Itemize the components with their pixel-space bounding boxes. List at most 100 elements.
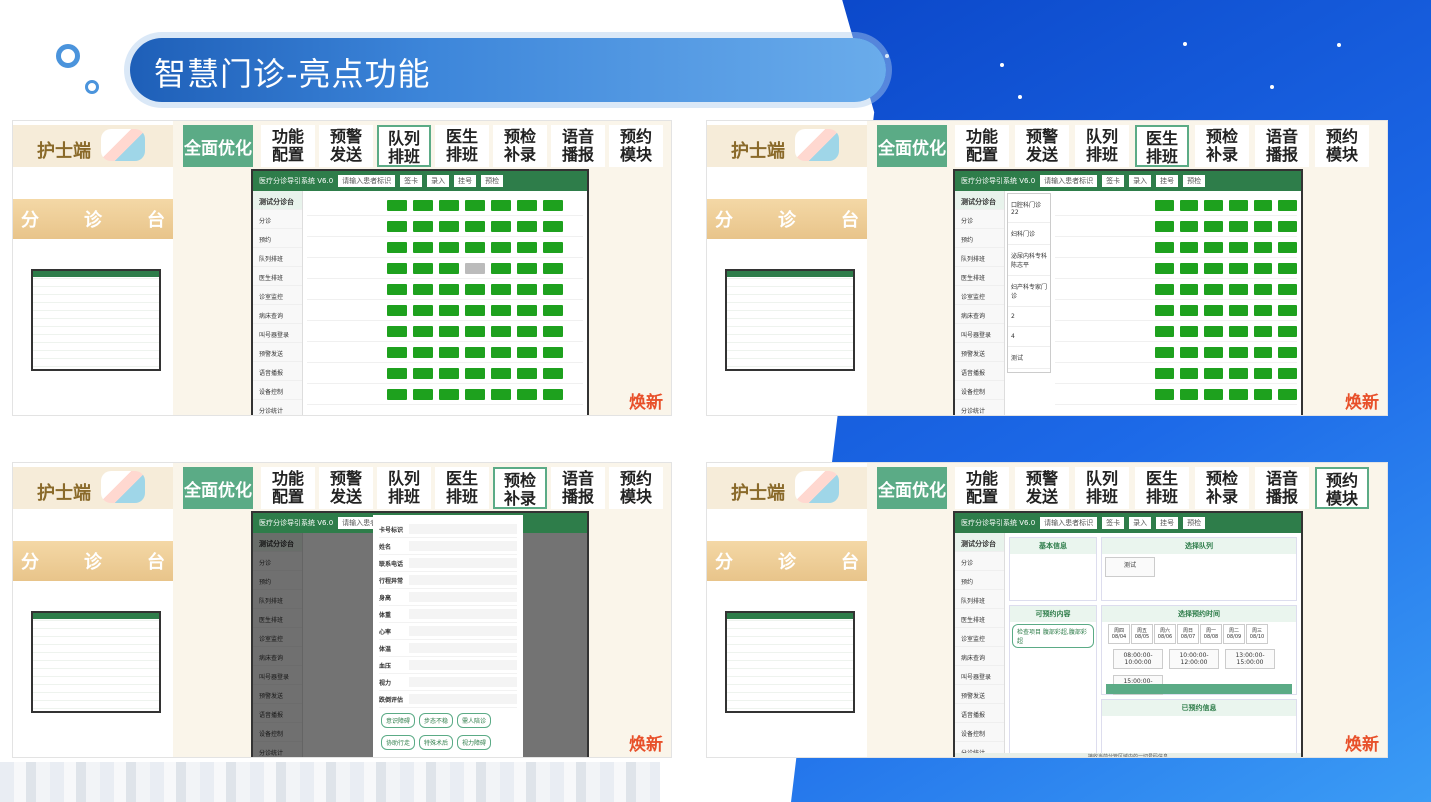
shift-button[interactable] bbox=[1278, 325, 1298, 337]
shift-button[interactable] bbox=[465, 346, 485, 358]
field-input[interactable] bbox=[409, 643, 517, 653]
nav-item[interactable]: 医生 排班 bbox=[435, 125, 489, 167]
shift-button[interactable] bbox=[439, 220, 459, 232]
nav-item[interactable]: 预约 模块 bbox=[1315, 467, 1369, 509]
shift-button[interactable] bbox=[1155, 346, 1174, 358]
shift-button[interactable] bbox=[1155, 388, 1174, 400]
doctor-item[interactable]: 泌尿内科专科 陈志平 bbox=[1008, 245, 1050, 276]
shift-button[interactable] bbox=[1253, 283, 1273, 295]
shift-button[interactable] bbox=[1155, 367, 1174, 379]
queue-option[interactable]: 测试 bbox=[1105, 557, 1155, 577]
shift-button[interactable] bbox=[491, 241, 511, 253]
shift-button[interactable] bbox=[517, 199, 537, 211]
field-input[interactable] bbox=[409, 660, 517, 670]
side-nav-item[interactable]: 预警发送 bbox=[253, 343, 302, 362]
side-nav-item[interactable]: 预警发送 bbox=[955, 685, 1004, 704]
shift-button[interactable] bbox=[1179, 367, 1199, 379]
shift-button[interactable] bbox=[1229, 262, 1248, 274]
assess-tag[interactable]: 视力障碍 bbox=[457, 735, 492, 750]
shift-button[interactable] bbox=[1278, 346, 1298, 358]
nav-item[interactable]: 预约 模块 bbox=[609, 467, 663, 509]
shift-button[interactable] bbox=[465, 388, 485, 400]
shift-button[interactable] bbox=[413, 325, 433, 337]
side-nav-item[interactable]: 叫号器登录 bbox=[955, 666, 1004, 685]
side-nav-item[interactable]: 病床查询 bbox=[955, 305, 1004, 324]
nav-item[interactable]: 预警 发送 bbox=[319, 125, 373, 167]
shift-button[interactable] bbox=[517, 220, 537, 232]
field-input[interactable] bbox=[409, 524, 517, 534]
nav-item[interactable]: 预约 模块 bbox=[609, 125, 663, 167]
shift-button[interactable] bbox=[387, 304, 407, 316]
shift-button[interactable] bbox=[543, 283, 563, 295]
side-nav-item[interactable]: 病床查询 bbox=[955, 647, 1004, 666]
shift-button[interactable] bbox=[1229, 367, 1248, 379]
shift-button[interactable] bbox=[1253, 346, 1273, 358]
side-nav-item[interactable]: 病床查询 bbox=[253, 305, 302, 324]
shift-button[interactable] bbox=[387, 346, 407, 358]
shift-button[interactable] bbox=[1278, 262, 1298, 274]
shift-button[interactable] bbox=[1155, 304, 1174, 316]
side-nav-item[interactable]: 分诊 bbox=[253, 210, 302, 229]
nav-item[interactable]: 预警 发送 bbox=[1015, 467, 1069, 509]
field-input[interactable] bbox=[409, 609, 517, 619]
shift-button[interactable] bbox=[1155, 241, 1174, 253]
shift-button[interactable] bbox=[439, 346, 459, 358]
shift-button[interactable] bbox=[1179, 262, 1199, 274]
side-nav-item[interactable]: 设备控制 bbox=[253, 381, 302, 400]
field-input[interactable] bbox=[409, 541, 517, 551]
shift-button[interactable] bbox=[517, 388, 537, 400]
shift-button[interactable] bbox=[1204, 199, 1224, 211]
shift-button[interactable] bbox=[1155, 262, 1174, 274]
shift-button[interactable] bbox=[491, 304, 511, 316]
side-nav-item[interactable]: 医生排班 bbox=[955, 267, 1004, 286]
shift-button[interactable] bbox=[543, 241, 563, 253]
shift-button[interactable] bbox=[543, 325, 563, 337]
side-nav-item[interactable]: 队列排班 bbox=[955, 248, 1004, 267]
assess-tag[interactable]: 意识障碍 bbox=[381, 713, 416, 728]
shift-button[interactable] bbox=[1155, 325, 1174, 337]
search-input[interactable]: 请输入患者标识 bbox=[1040, 517, 1098, 529]
shift-button[interactable] bbox=[387, 199, 407, 211]
nav-item[interactable]: 功能 配置 bbox=[955, 125, 1009, 167]
toolbar-button[interactable]: 录入 bbox=[1129, 175, 1152, 187]
shift-button[interactable] bbox=[1253, 220, 1273, 232]
shift-button[interactable] bbox=[1204, 241, 1224, 253]
shift-button[interactable] bbox=[543, 199, 563, 211]
shift-button[interactable] bbox=[1229, 304, 1248, 316]
toolbar-button[interactable]: 签卡 bbox=[1102, 175, 1125, 187]
shift-button[interactable] bbox=[1278, 241, 1298, 253]
shift-button[interactable] bbox=[387, 367, 407, 379]
shift-button[interactable] bbox=[543, 346, 563, 358]
side-nav-item[interactable]: 医生排班 bbox=[955, 609, 1004, 628]
shift-button[interactable] bbox=[1204, 325, 1224, 337]
shift-button[interactable] bbox=[517, 262, 537, 274]
day-tab[interactable]: 周二 08/09 bbox=[1223, 624, 1245, 644]
shift-button[interactable] bbox=[543, 367, 563, 379]
shift-button[interactable] bbox=[517, 346, 537, 358]
shift-button[interactable] bbox=[1229, 241, 1248, 253]
shift-button[interactable] bbox=[1278, 388, 1298, 400]
shift-button[interactable] bbox=[1229, 325, 1248, 337]
side-nav-item[interactable]: 预约 bbox=[955, 571, 1004, 590]
shift-button[interactable] bbox=[491, 367, 511, 379]
nav-item[interactable]: 语音 播报 bbox=[551, 467, 605, 509]
shift-button[interactable] bbox=[1278, 367, 1298, 379]
shift-button[interactable] bbox=[465, 262, 485, 274]
nav-item[interactable]: 预警 发送 bbox=[319, 467, 373, 509]
side-nav-item[interactable]: 设备控制 bbox=[955, 381, 1004, 400]
field-input[interactable] bbox=[409, 575, 517, 585]
shift-button[interactable] bbox=[387, 262, 407, 274]
doctor-item[interactable]: 妇产科专家门诊 bbox=[1008, 276, 1050, 307]
shift-button[interactable] bbox=[1253, 241, 1273, 253]
field-input[interactable] bbox=[409, 558, 517, 568]
nav-item[interactable]: 预检 补录 bbox=[493, 467, 547, 509]
shift-button[interactable] bbox=[517, 367, 537, 379]
shift-button[interactable] bbox=[387, 220, 407, 232]
shift-button[interactable] bbox=[517, 325, 537, 337]
shift-button[interactable] bbox=[1204, 262, 1224, 274]
shift-button[interactable] bbox=[413, 199, 433, 211]
side-nav-item[interactable]: 预约 bbox=[955, 229, 1004, 248]
toolbar-button[interactable]: 挂号 bbox=[454, 175, 477, 187]
toolbar-button[interactable]: 录入 bbox=[427, 175, 450, 187]
shift-button[interactable] bbox=[517, 283, 537, 295]
